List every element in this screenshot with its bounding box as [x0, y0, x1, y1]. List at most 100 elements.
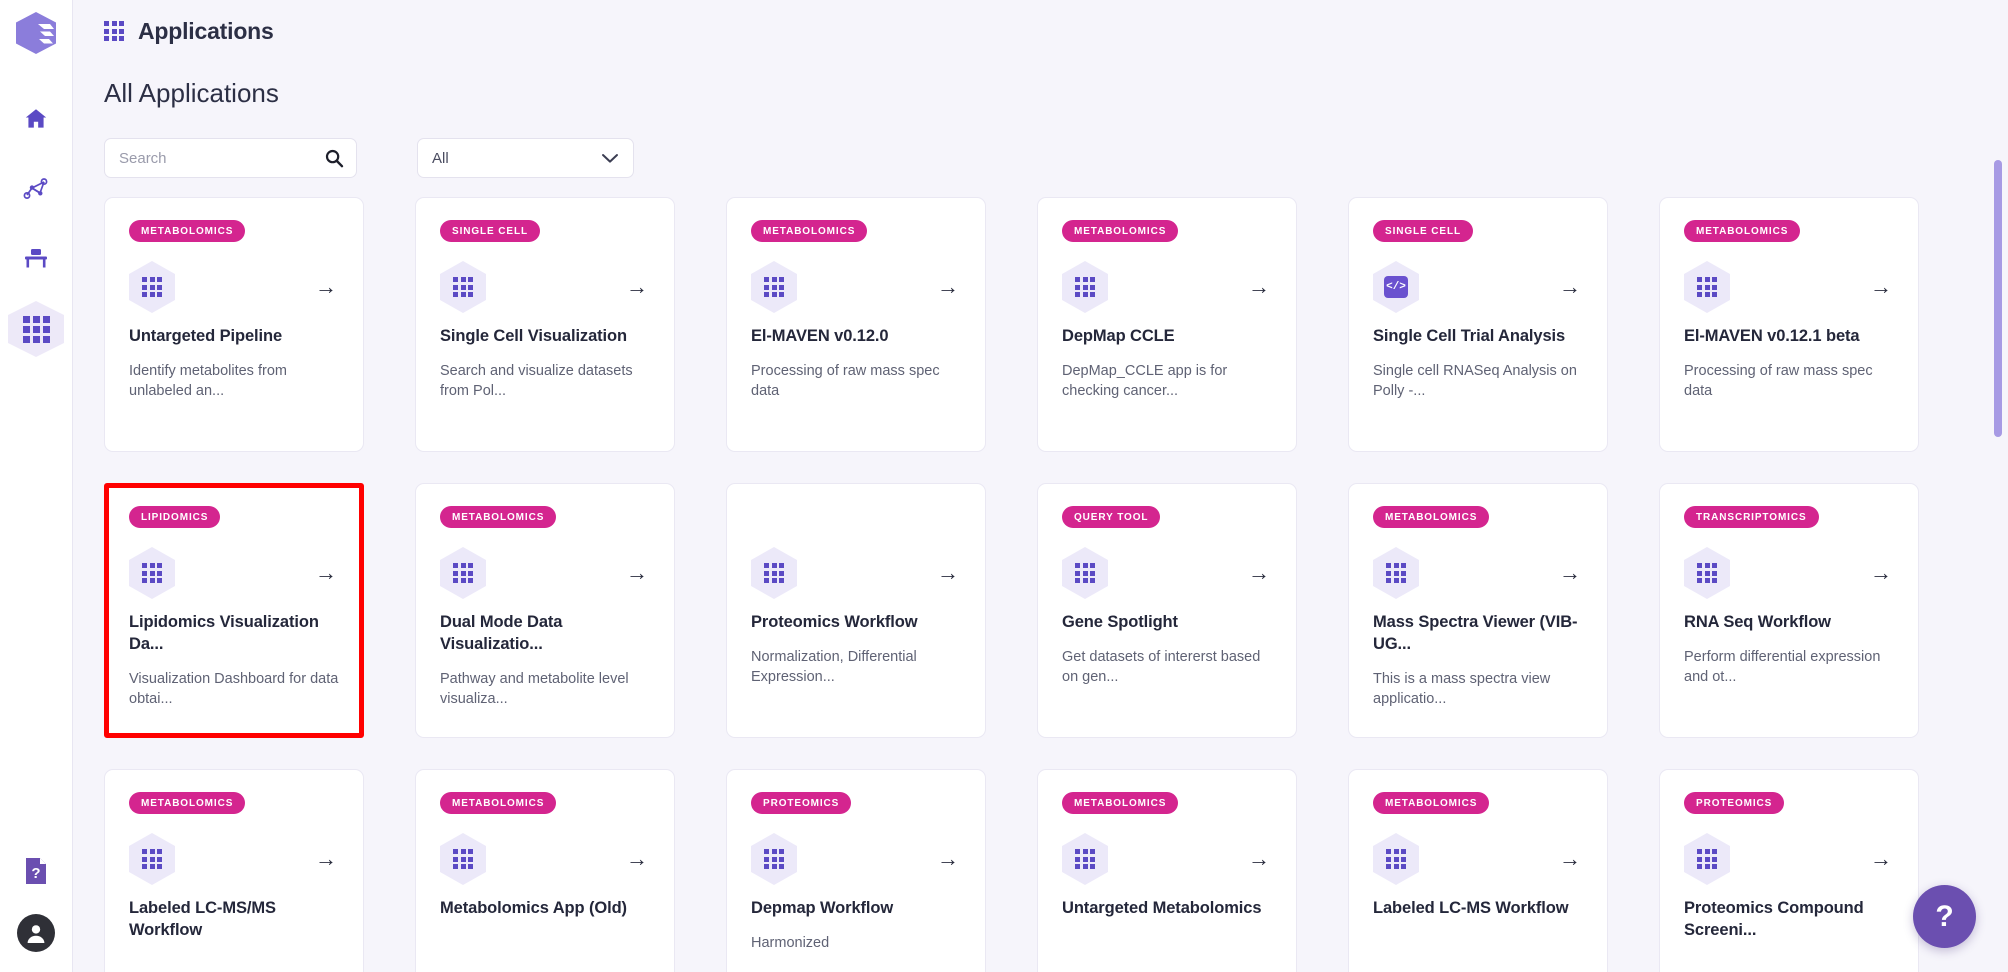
card-open-arrow-icon[interactable]: →	[937, 276, 961, 298]
card-open-arrow-icon[interactable]: →	[1870, 562, 1894, 584]
card-title: Single Cell Visualization	[440, 327, 627, 345]
application-card[interactable]: QUERY TOOL → Gene Spotlight Get datasets of…	[1037, 483, 1297, 738]
card-icon-row: →	[1684, 833, 1894, 885]
application-card[interactable]: METABOLOMICS → Labeled LC-MS/MS Workflow	[104, 769, 364, 972]
chevron-down-icon[interactable]	[601, 152, 619, 164]
apps-grid-icon	[129, 833, 175, 885]
card-open-arrow-icon[interactable]: →	[1248, 562, 1272, 584]
main-content: Applications All Applications All METABO…	[73, 0, 2008, 972]
card-title: Untargeted Pipeline	[129, 327, 283, 345]
sidebar-item-workspaces[interactable]	[8, 231, 64, 287]
application-card[interactable]: PROTEOMICS → Depmap Workflow Harmonized	[726, 769, 986, 972]
card-open-arrow-icon[interactable]: →	[626, 562, 650, 584]
card-title: Gene Spotlight	[1062, 613, 1178, 631]
sidebar-item-applications[interactable]	[8, 301, 64, 357]
apps-grid-icon	[764, 849, 784, 869]
page-header: Applications	[73, 0, 2008, 62]
card-title: Depmap Workflow	[751, 899, 894, 917]
card-title: Proteomics Compound Screeni...	[1684, 899, 1864, 939]
card-category-badge: METABOLOMICS	[1373, 506, 1490, 528]
card-open-arrow-icon[interactable]: →	[626, 276, 650, 298]
application-card[interactable]: METABOLOMICS → Labeled LC-MS Workflow	[1348, 769, 1608, 972]
application-card[interactable]: METABOLOMICS → Dual Mode Data Visualizatio…	[415, 483, 675, 738]
apps-grid-icon	[751, 833, 797, 885]
document-question-icon: ?	[26, 858, 46, 884]
search-icon[interactable]	[324, 148, 344, 168]
application-card[interactable]: SINGLE CELL </> → Single Cell Trial Analysi…	[1348, 197, 1608, 452]
card-title: Proteomics Workflow	[751, 613, 918, 631]
card-category-badge: METABOLOMICS	[440, 792, 557, 814]
apps-grid-icon	[1062, 547, 1108, 599]
code-icon: </>	[1373, 261, 1419, 313]
card-open-arrow-icon[interactable]: →	[626, 848, 650, 870]
card-open-arrow-icon[interactable]: →	[1870, 848, 1894, 870]
apps-grid-icon	[751, 261, 797, 313]
card-open-arrow-icon[interactable]: →	[315, 848, 339, 870]
apps-grid-icon	[1684, 261, 1730, 313]
application-card[interactable]: METABOLOMICS → El-MAVEN v0.12.0 Processing …	[726, 197, 986, 452]
card-category-badge: QUERY TOOL	[1062, 506, 1161, 528]
application-card[interactable]: METABOLOMICS → Untargeted Pipeline Identify…	[104, 197, 364, 452]
card-open-arrow-icon[interactable]: →	[1559, 562, 1583, 584]
apps-grid-icon	[22, 315, 50, 343]
card-open-arrow-icon[interactable]: →	[1248, 848, 1272, 870]
application-root: ? Applications All Applications Search A…	[0, 0, 2008, 972]
card-open-arrow-icon[interactable]: →	[315, 562, 339, 584]
search-box[interactable]	[104, 138, 357, 178]
apps-grid-icon	[1373, 833, 1419, 885]
card-open-arrow-icon[interactable]: →	[1248, 276, 1272, 298]
application-card[interactable]: METABOLOMICS → Metabolomics App (Old)	[415, 769, 675, 972]
vertical-scrollbar-track[interactable]	[1994, 160, 2002, 972]
card-open-arrow-icon[interactable]: →	[1559, 276, 1583, 298]
header-title: Applications	[138, 17, 274, 44]
applications-scroll-area[interactable]: METABOLOMICS → Untargeted Pipeline Identify…	[73, 188, 2008, 972]
apps-grid-icon	[1075, 277, 1095, 297]
card-title: Labeled LC-MS/MS Workflow	[129, 899, 276, 939]
card-description: Perform differential expression and ot..…	[1684, 648, 1881, 685]
search-input[interactable]	[119, 149, 324, 167]
apps-grid-icon	[142, 563, 162, 583]
card-title: RNA Seq Workflow	[1684, 613, 1831, 631]
card-open-arrow-icon[interactable]: →	[937, 562, 961, 584]
sidebar-item-docs[interactable]: ?	[21, 855, 51, 892]
application-card[interactable]: LIPIDOMICS → Lipidomics Visualization Da..…	[104, 483, 364, 738]
apps-grid-icon	[440, 261, 486, 313]
application-card[interactable]: PROTEOMICS → Proteomics Compound Screeni..…	[1659, 769, 1919, 972]
card-open-arrow-icon[interactable]: →	[1870, 276, 1894, 298]
vertical-scrollbar-thumb[interactable]	[1994, 160, 2002, 437]
card-category-badge: METABOLOMICS	[751, 220, 868, 242]
card-open-arrow-icon[interactable]: →	[315, 276, 339, 298]
card-title: El-MAVEN v0.12.0	[751, 327, 889, 345]
application-card[interactable]: → Proteomics Workflow Normalization, Diffe…	[726, 483, 986, 738]
apps-grid-icon	[104, 21, 124, 41]
apps-grid-icon	[1075, 563, 1095, 583]
application-card[interactable]: TRANSCRIPTOMICS → RNA Seq Workflow Perform …	[1659, 483, 1919, 738]
card-icon-row: →	[440, 261, 650, 313]
card-icon-row: →	[1062, 547, 1272, 599]
card-category-badge: METABOLOMICS	[129, 792, 246, 814]
card-open-arrow-icon[interactable]: →	[1559, 848, 1583, 870]
apps-grid-icon	[1386, 563, 1406, 583]
card-icon-row: →	[1684, 547, 1894, 599]
apps-grid-icon	[1386, 849, 1406, 869]
apps-grid-icon	[440, 547, 486, 599]
card-icon-row: →	[1373, 547, 1583, 599]
card-category-badge: METABOLOMICS	[129, 220, 246, 242]
application-card[interactable]: SINGLE CELL → Single Cell Visualization Sea…	[415, 197, 675, 452]
user-avatar-icon[interactable]	[17, 914, 55, 952]
category-select[interactable]: All	[417, 138, 634, 178]
application-card[interactable]: METABOLOMICS → Untargeted Metabolomics	[1037, 769, 1297, 972]
sidebar-item-home[interactable]	[8, 91, 64, 147]
card-description: Identify metabolites from unlabeled an..…	[129, 362, 287, 399]
card-icon-row: →	[1062, 833, 1272, 885]
card-category-badge: PROTEOMICS	[751, 792, 852, 814]
application-card[interactable]: METABOLOMICS → El-MAVEN v0.12.1 beta Proces…	[1659, 197, 1919, 452]
help-button[interactable]: ?	[1913, 885, 1976, 948]
application-card[interactable]: METABOLOMICS → Mass Spectra Viewer (VIB-UG…	[1348, 483, 1608, 738]
application-card[interactable]: METABOLOMICS → DepMap CCLE DepMap_CCLE app …	[1037, 197, 1297, 452]
card-title: Mass Spectra Viewer (VIB-UG...	[1373, 613, 1578, 653]
polly-hexagon-logo[interactable]	[14, 10, 58, 61]
card-title: Metabolomics App (Old)	[440, 899, 627, 917]
sidebar-item-workflows[interactable]	[8, 161, 64, 217]
card-open-arrow-icon[interactable]: →	[937, 848, 961, 870]
